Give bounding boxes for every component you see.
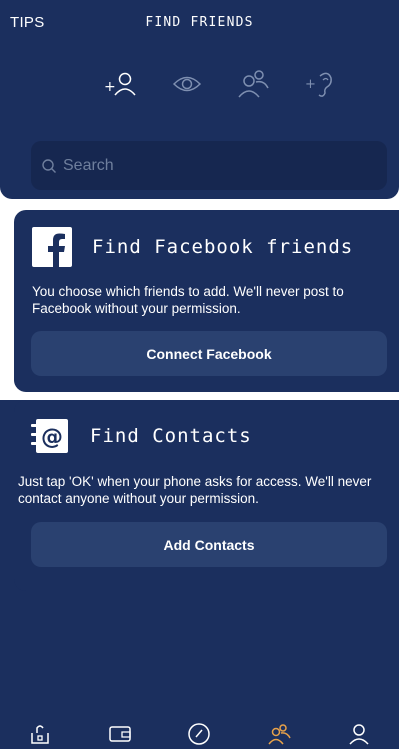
friend-tabs: + + — [100, 66, 340, 102]
people-icon[interactable] — [233, 66, 273, 102]
bottom-navigation — [0, 718, 399, 749]
friends-icon[interactable] — [259, 720, 299, 748]
svg-text:@: @ — [41, 425, 63, 450]
contacts-card: @ Find Contacts Just tap 'OK' when your … — [14, 400, 399, 591]
connect-facebook-button[interactable]: Connect Facebook — [31, 331, 387, 376]
contacts-card-title: Find Contacts — [90, 425, 252, 447]
wallet-icon[interactable] — [100, 720, 140, 748]
search-icon — [42, 158, 56, 173]
profile-icon[interactable] — [339, 720, 379, 748]
facebook-card-description: You choose which friends to add. We'll n… — [32, 284, 344, 316]
home-icon[interactable] — [20, 720, 60, 748]
page-title: FIND FRIENDS — [145, 15, 254, 30]
facebook-card-header: Find Facebook friends — [32, 227, 353, 267]
add-contacts-button[interactable]: Add Contacts — [31, 522, 387, 567]
add-ear-icon[interactable]: + — [300, 66, 340, 102]
facebook-icon — [32, 227, 72, 267]
contacts-card-description: Just tap 'OK' when your phone asks for a… — [18, 474, 372, 506]
svg-text:+: + — [305, 77, 316, 92]
contacts-card-header: @ Find Contacts — [30, 417, 252, 455]
header-panel: TIPS FIND FRIENDS + + Search — [0, 0, 399, 199]
facebook-card-title: Find Facebook friends — [92, 236, 354, 258]
search-placeholder: Search — [63, 156, 114, 174]
speedometer-icon[interactable] — [179, 720, 219, 748]
facebook-card: Find Facebook friends You choose which f… — [14, 210, 399, 392]
search-input[interactable]: Search — [31, 141, 387, 190]
svg-text:+: + — [104, 79, 116, 95]
contacts-book-icon: @ — [31, 419, 68, 453]
add-person-icon[interactable]: + — [100, 66, 140, 102]
eye-icon[interactable] — [167, 66, 207, 102]
